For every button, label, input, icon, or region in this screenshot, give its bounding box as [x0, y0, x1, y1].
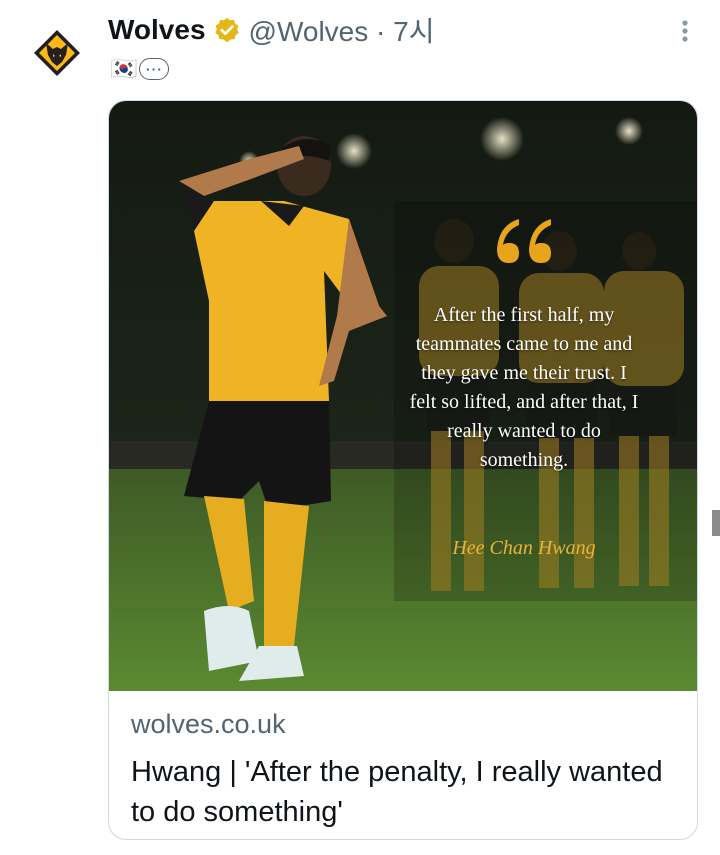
display-name[interactable]: Wolves: [108, 14, 206, 46]
verified-badge-icon[interactable]: [213, 16, 241, 44]
avatar[interactable]: [22, 18, 92, 88]
link-info[interactable]: wolves.co.uk Hwang | 'After the penalty,…: [131, 709, 681, 832]
more-options-button[interactable]: [668, 16, 702, 46]
scrollbar-thumb[interactable]: [712, 510, 720, 536]
link-domain[interactable]: wolves.co.uk: [131, 709, 681, 740]
image-quote-text: After the first half, my teammates came …: [409, 304, 639, 471]
image-quote-author: Hee Chan Hwang: [452, 537, 596, 559]
tweet-text: 🇰🇷 ···: [110, 56, 170, 81]
more-vertical-icon: [682, 20, 688, 42]
korea-flag-emoji: 🇰🇷: [110, 56, 138, 81]
more-emoji-icon[interactable]: ···: [139, 58, 170, 80]
tweet-header: Wolves @Wolves · 7시: [108, 10, 434, 50]
link-title[interactable]: Hwang | 'After the penalty, I really wan…: [131, 752, 681, 832]
handle-and-time[interactable]: @Wolves · 7시: [249, 10, 435, 50]
quote-mark-icon: [497, 219, 551, 263]
link-card[interactable]: After the first half, my teammates came …: [108, 100, 698, 840]
wolves-logo-icon: [27, 23, 87, 83]
